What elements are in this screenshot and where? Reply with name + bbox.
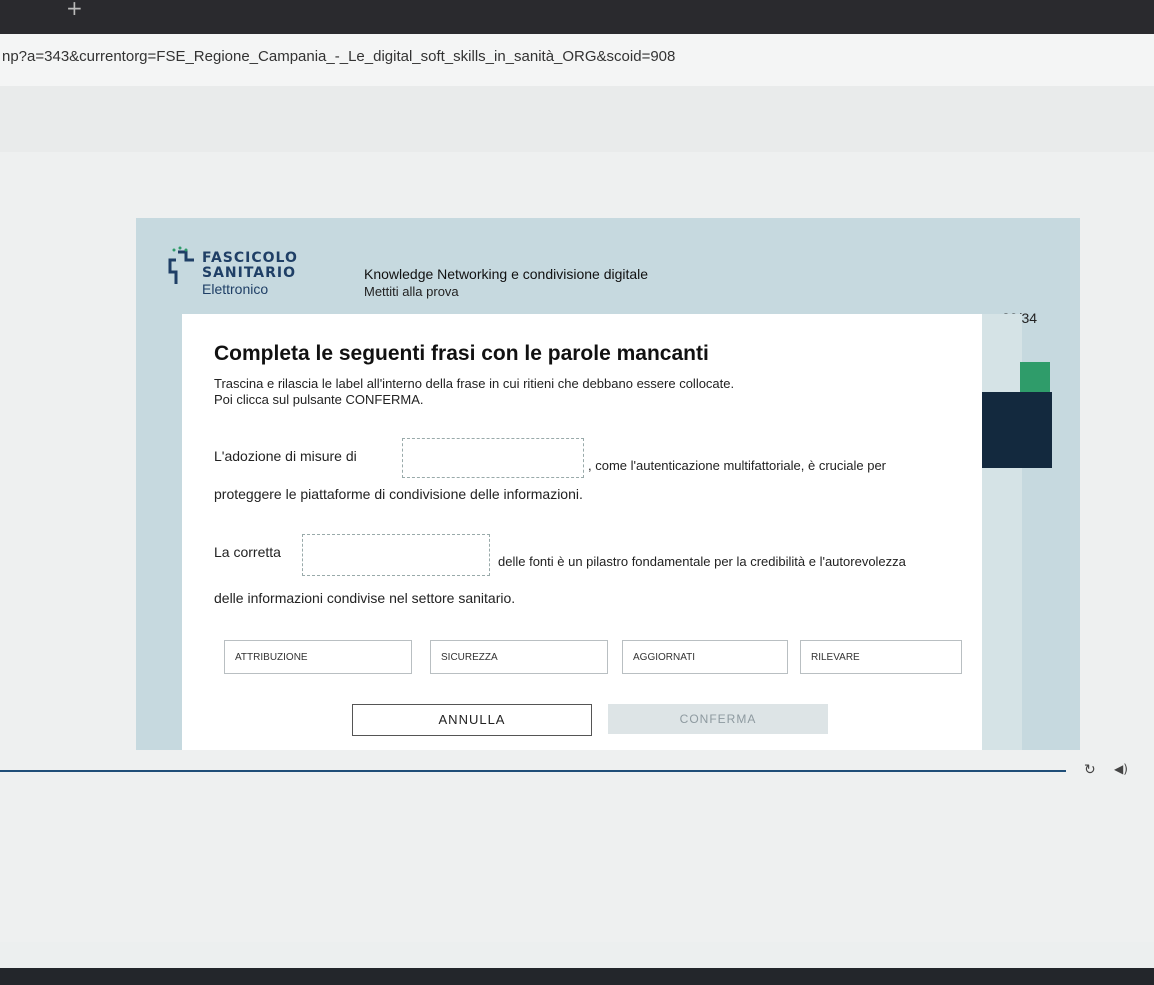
address-bar[interactable]: np?a=343&currentorg=FSE_Regione_Campania… [0,34,1154,87]
label-chip-attribuzione[interactable]: ATTRIBUZIONE [224,640,412,674]
drop-zone-2[interactable] [302,534,490,576]
label-chip-aggiornati[interactable]: AGGIORNATI [622,640,788,674]
instruction-line-1: Trascina e rilascia le label all'interno… [214,376,735,391]
sentence-1-after: , come l'autenticazione multifattoriale,… [588,458,887,473]
logo-cross-icon [168,246,194,284]
sentence-2-before: La corretta [214,544,281,560]
fascicolo-logo: FASCICOLO SANITARIO Elettronico [166,238,306,298]
logo-text-sanitario: SANITARIO [202,265,297,281]
label-chip-rilevare[interactable]: RILEVARE [800,640,962,674]
side-band [982,314,1022,750]
sentence-1-before: L'adozione di misure di [214,448,357,464]
os-taskbar [0,968,1154,985]
browser-tab-bar: + [0,0,1154,34]
side-accent-green [1020,362,1050,392]
label-chip-sicurezza[interactable]: SICUREZZA [430,640,608,674]
drop-zone-1[interactable] [402,438,584,478]
question-title: Completa le seguenti frasi con le parole… [214,342,709,365]
sentence-2-after: delle fonti è un pilastro fondamentale p… [498,554,906,569]
confirm-button[interactable]: CONFERMA [608,704,828,734]
sentence-2-end: delle informazioni condivise nel settore… [214,590,516,606]
course-frame: FASCICOLO SANITARIO Elettronico Knowledg… [136,218,1080,750]
course-subtitle: Mettiti alla prova [364,284,459,299]
logo-text-fascicolo: FASCICOLO [202,250,298,266]
address-url[interactable]: np?a=343&currentorg=FSE_Regione_Campania… [2,48,675,65]
new-tab-button[interactable]: + [66,0,83,20]
audio-icon[interactable]: ◀) [1114,762,1128,776]
instruction-line-2: Poi clicca sul pulsante CONFERMA. [214,392,424,407]
exercise-card: Completa le seguenti frasi con le parole… [182,314,982,750]
side-accent-dark [978,392,1052,468]
cancel-button[interactable]: ANNULLA [352,704,592,736]
sentence-1-end: proteggere le piattaforme di condivision… [214,486,583,502]
player-progress-line [0,770,1066,772]
course-title: Knowledge Networking e condivisione digi… [364,266,649,282]
browser-toolbar-strip [0,86,1154,153]
reload-icon[interactable]: ↻ [1084,762,1096,778]
logo-text-elettronico: Elettronico [202,281,269,297]
